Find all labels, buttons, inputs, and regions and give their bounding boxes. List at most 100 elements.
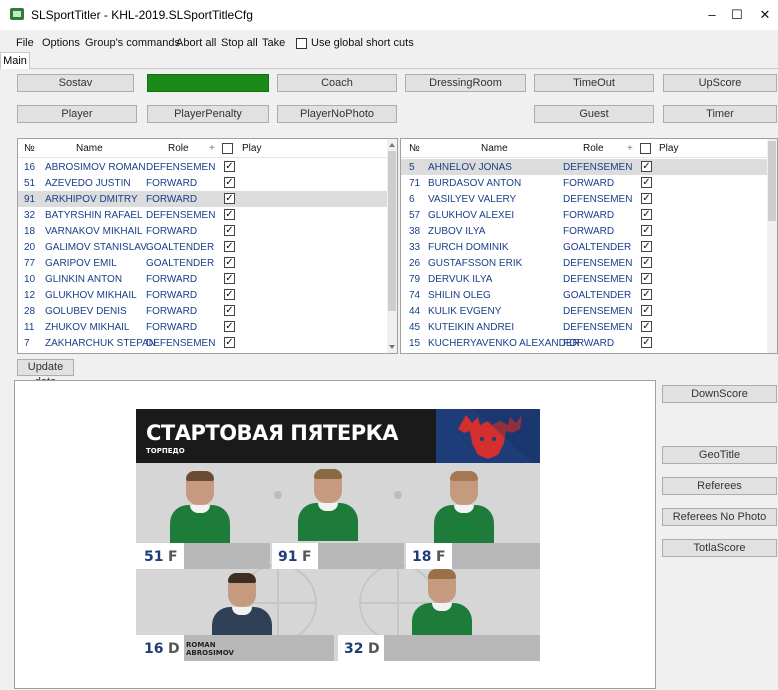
play-all-checkbox[interactable] xyxy=(640,143,651,154)
play-checkbox[interactable]: ✓ xyxy=(224,241,235,252)
referees-button[interactable]: Referees xyxy=(662,477,777,495)
name-bar xyxy=(384,635,540,661)
table-row[interactable]: 79 DERVUK ILYA DEFENSEMEN ✓ xyxy=(401,271,777,287)
play-checkbox[interactable]: ✓ xyxy=(224,177,235,188)
player-name-cell: SHILIN OLEG xyxy=(428,290,491,301)
close-button[interactable]: ✕ xyxy=(742,0,778,30)
play-checkbox[interactable]: ✓ xyxy=(641,161,652,172)
playerpenalty-button[interactable]: PlayerPenalty xyxy=(147,105,269,123)
play-checkbox[interactable]: ✓ xyxy=(224,273,235,284)
player-number: 32 xyxy=(344,641,364,657)
player-role-cell: DEFENSEMEN xyxy=(563,194,633,205)
play-checkbox[interactable]: ✓ xyxy=(641,241,652,252)
table-row[interactable]: 33 FURCH DOMINIK GOALTENDER ✓ xyxy=(401,239,777,255)
menu-options[interactable]: Options xyxy=(42,37,80,49)
playernophoto-button[interactable]: PlayerNoPhoto xyxy=(277,105,397,123)
sostav-button[interactable]: Sostav xyxy=(17,74,134,92)
play-checkbox[interactable]: ✓ xyxy=(224,337,235,348)
table-row[interactable]: 16 ABROSIMOV ROMAN DEFENSEMEN ✓ xyxy=(18,159,397,175)
geotitle-button[interactable]: GeoTitle xyxy=(662,446,777,464)
play-checkbox[interactable]: ✓ xyxy=(224,225,235,236)
header-name[interactable]: Name xyxy=(76,143,103,154)
table-row[interactable]: 18 VARNAKOV MIKHAIL FORWARD ✓ xyxy=(18,223,397,239)
table-row[interactable]: 71 BURDASOV ANTON FORWARD ✓ xyxy=(401,175,777,191)
play-checkbox[interactable]: ✓ xyxy=(224,193,235,204)
away-team-table[interactable]: № Name Role + Play 5 AHNELOV JONAS DEFENSE… xyxy=(400,138,778,354)
table-row[interactable]: 74 SHILIN OLEG GOALTENDER ✓ xyxy=(401,287,777,303)
table-row[interactable]: 77 GARIPOV EMIL GOALTENDER ✓ xyxy=(18,255,397,271)
dressingroom-button[interactable]: DressingRoom xyxy=(405,74,526,92)
menu-take[interactable]: Take xyxy=(262,37,285,49)
table-row[interactable]: 91 ARKHIPOV DMITRY FORWARD ✓ xyxy=(18,191,397,207)
totlascore-button[interactable]: TotlaScore xyxy=(662,539,777,557)
table-row[interactable]: 12 GLUKHOV MIKHAIL FORWARD ✓ xyxy=(18,287,397,303)
table-row[interactable]: 28 GOLUBEV DENIS FORWARD ✓ xyxy=(18,303,397,319)
tab-main[interactable]: Main xyxy=(0,52,30,69)
table-row[interactable]: 7 ZAKHARCHUK STEPAN DEFENSEMEN ✓ xyxy=(18,335,397,351)
play-checkbox[interactable]: ✓ xyxy=(641,193,652,204)
menu-abort-all[interactable]: Abort all xyxy=(176,37,216,49)
global-shortcuts-checkbox[interactable] xyxy=(296,38,307,49)
play-checkbox[interactable]: ✓ xyxy=(641,209,652,220)
header-role[interactable]: Role xyxy=(583,143,604,154)
timeout-button[interactable]: TimeOut xyxy=(534,74,654,92)
table-row[interactable]: 10 GLINKIN ANTON FORWARD ✓ xyxy=(18,271,397,287)
guest-button[interactable]: Guest xyxy=(534,105,654,123)
downscore-button[interactable]: DownScore xyxy=(662,385,777,403)
play-checkbox[interactable]: ✓ xyxy=(641,289,652,300)
player-button[interactable]: Player xyxy=(17,105,137,123)
table-row[interactable]: 5 AHNELOV JONAS DEFENSEMEN ✓ xyxy=(401,159,777,175)
table-row[interactable]: 32 BATYRSHIN RAFAEL DEFENSEMEN ✓ xyxy=(18,207,397,223)
window-title: SLSportTitler - KHL-2019.SLSportTitleCfg xyxy=(31,8,253,22)
play-checkbox[interactable]: ✓ xyxy=(641,177,652,188)
referees-no-photo-button[interactable]: Referees No Photo xyxy=(662,508,777,526)
table-row[interactable]: 6 VASILYEV VALERY DEFENSEMEN ✓ xyxy=(401,191,777,207)
away-table-scrollbar[interactable] xyxy=(767,139,777,353)
play-checkbox[interactable]: ✓ xyxy=(641,257,652,268)
play-checkbox[interactable]: ✓ xyxy=(224,209,235,220)
menu-stop-all[interactable]: Stop all xyxy=(221,37,258,49)
table-row[interactable]: 51 AZEVEDO JUSTIN FORWARD ✓ xyxy=(18,175,397,191)
scroll-thumb[interactable] xyxy=(388,151,396,311)
player-number-cell: 28 xyxy=(24,306,36,317)
play-checkbox[interactable]: ✓ xyxy=(224,161,235,172)
player-number-cell: 12 xyxy=(24,290,36,301)
player-number-cell: 91 xyxy=(24,194,36,205)
table-row[interactable]: 45 KUTEIKIN ANDREI DEFENSEMEN ✓ xyxy=(401,319,777,335)
table-row[interactable]: 26 GUSTAFSSON ERIK DEFENSEMEN ✓ xyxy=(401,255,777,271)
play-checkbox[interactable]: ✓ xyxy=(641,321,652,332)
play-checkbox[interactable]: ✓ xyxy=(641,337,652,348)
table-row[interactable]: 20 GALIMOV STANISLAV GOALTENDER ✓ xyxy=(18,239,397,255)
scroll-thumb[interactable] xyxy=(768,141,776,221)
play-checkbox[interactable]: ✓ xyxy=(641,273,652,284)
timer-button[interactable]: Timer xyxy=(663,105,777,123)
menu-file[interactable]: File xyxy=(16,37,34,49)
player-number-cell: 15 xyxy=(409,338,421,349)
player-name-cell: GOLUBEV DENIS xyxy=(45,306,127,317)
home-team-table[interactable]: № Name Role + Play 16 ABROSIMOV ROMAN DEFE… xyxy=(17,138,398,354)
scroll-up-icon[interactable] xyxy=(389,143,395,147)
table-row[interactable]: 15 KUCHERYAVENKO ALEXANDER FORWARD ✓ xyxy=(401,335,777,351)
table-row[interactable]: 44 KULIK EVGENY DEFENSEMEN ✓ xyxy=(401,303,777,319)
menu-group-commands[interactable]: Group's commands xyxy=(85,37,180,49)
play-checkbox[interactable]: ✓ xyxy=(224,257,235,268)
header-role[interactable]: Role xyxy=(168,143,189,154)
table-row[interactable]: 38 ZUBOV ILYA FORWARD ✓ xyxy=(401,223,777,239)
coach-button[interactable]: Coach xyxy=(277,74,397,92)
home-table-scrollbar[interactable] xyxy=(387,139,397,353)
table-row[interactable]: 57 GLUKHOV ALEXEI FORWARD ✓ xyxy=(401,207,777,223)
player-number-cell: 32 xyxy=(24,210,36,221)
player-role-cell: FORWARD xyxy=(146,226,198,237)
update-data-button[interactable]: Update data xyxy=(17,359,74,388)
play-checkbox[interactable]: ✓ xyxy=(224,305,235,316)
upscore-button[interactable]: UpScore xyxy=(663,74,777,92)
play-checkbox[interactable]: ✓ xyxy=(641,225,652,236)
table-row[interactable]: 11 ZHUKOV MIKHAIL FORWARD ✓ xyxy=(18,319,397,335)
starting-button[interactable]: Starting xyxy=(147,74,269,92)
play-checkbox[interactable]: ✓ xyxy=(641,305,652,316)
scroll-down-icon[interactable] xyxy=(389,345,395,349)
play-checkbox[interactable]: ✓ xyxy=(224,321,235,332)
play-checkbox[interactable]: ✓ xyxy=(224,289,235,300)
play-all-checkbox[interactable] xyxy=(222,143,233,154)
header-name[interactable]: Name xyxy=(481,143,508,154)
